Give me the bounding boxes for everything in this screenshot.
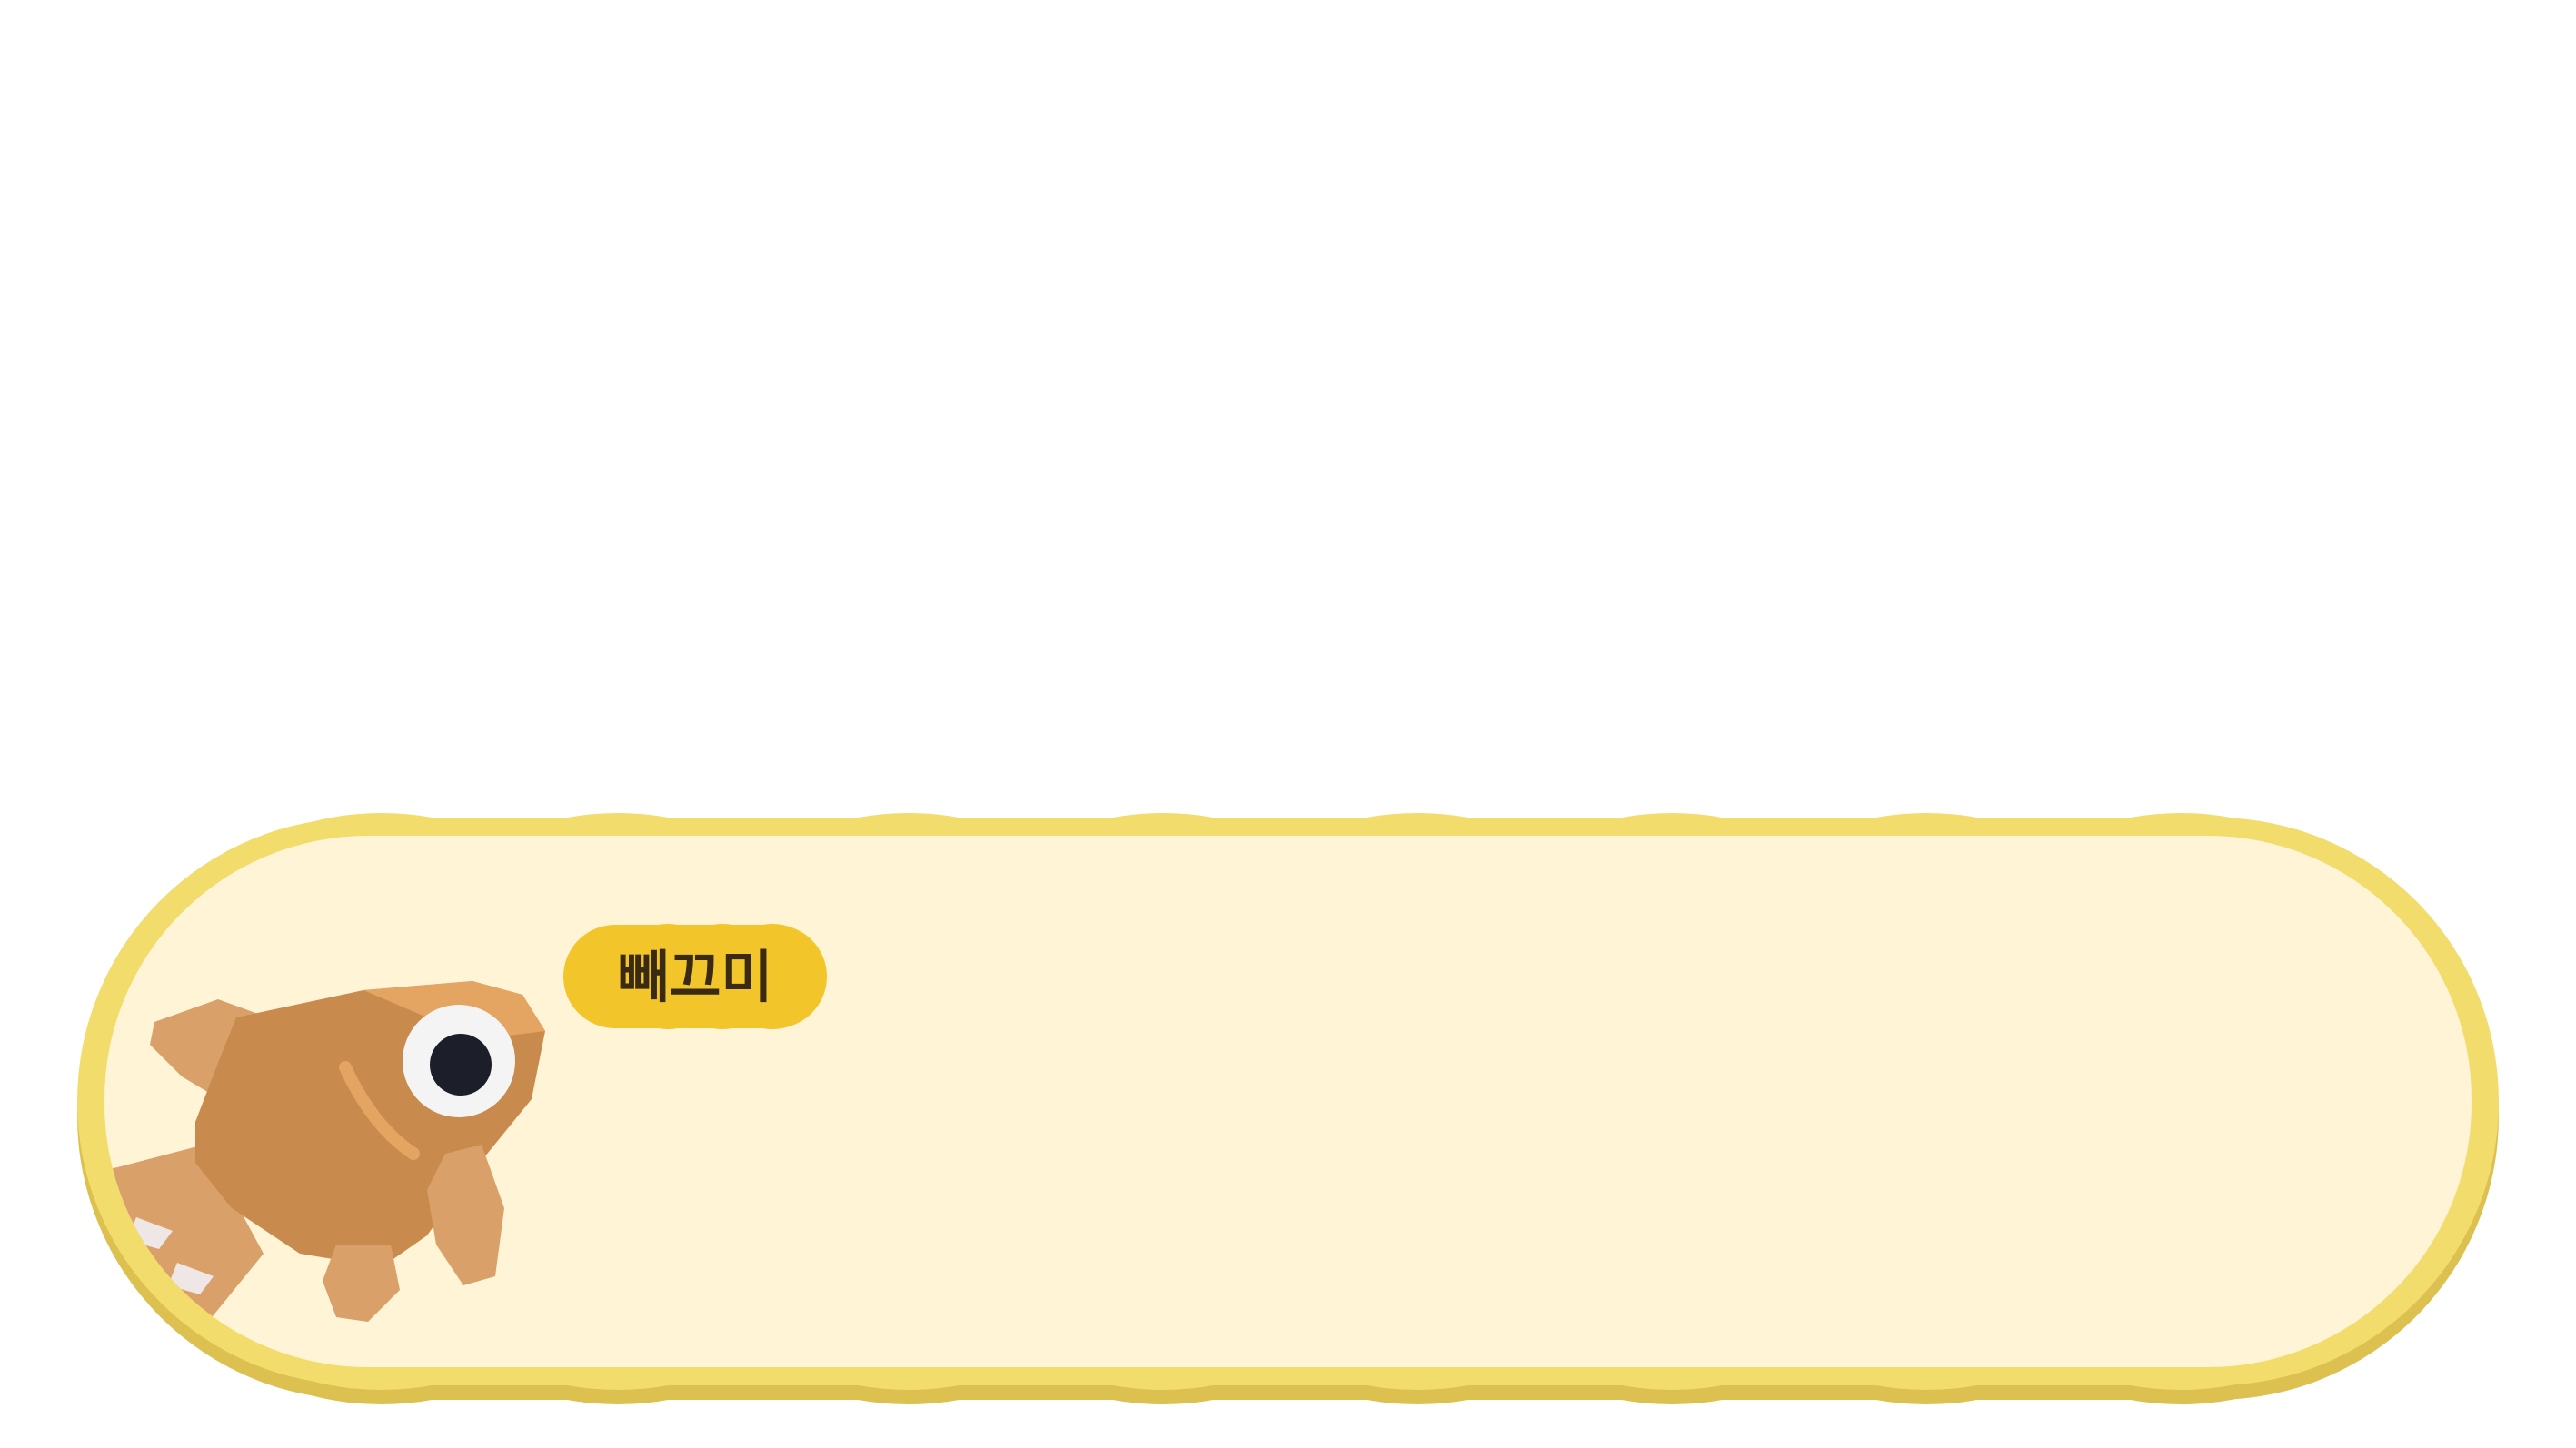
- game-scene: 빼끄미: [77, 813, 2499, 1404]
- dialogue-box[interactable]: 빼끄미: [77, 813, 2499, 1404]
- goldfish-pupil: [430, 1034, 492, 1096]
- speaker-name-tag: 빼끄미: [563, 924, 827, 1029]
- speaker-name: 빼끄미: [617, 944, 772, 1010]
